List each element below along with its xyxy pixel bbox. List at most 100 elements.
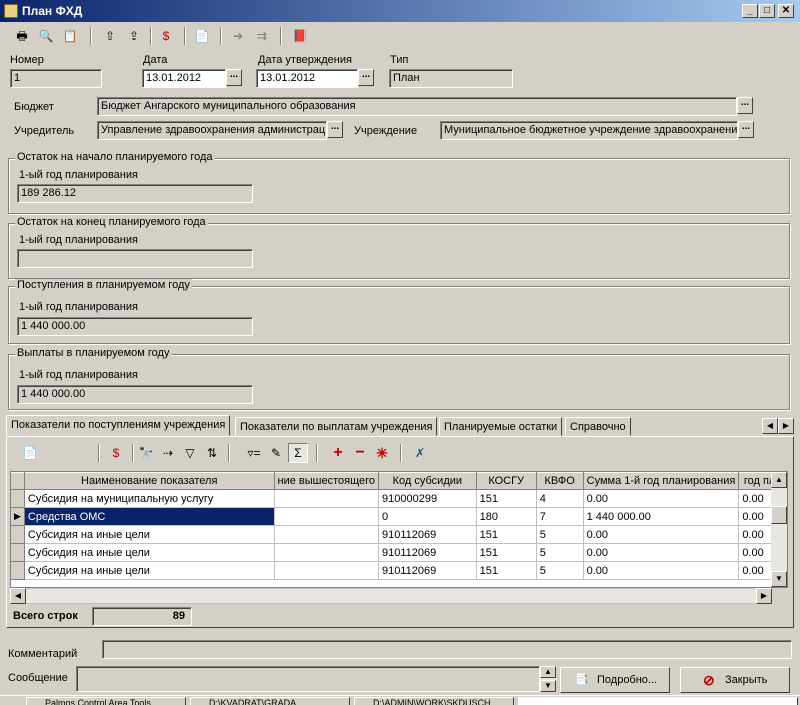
- approve-date-picker-button[interactable]: ...: [358, 69, 374, 86]
- group-sub-label: 1-ый год планирования: [19, 301, 138, 313]
- end-balance-field[interactable]: [17, 249, 253, 268]
- group-title: Поступления в планируемом году: [15, 279, 192, 291]
- tab-scroll-right-icon[interactable]: ▶: [778, 418, 794, 434]
- column-header[interactable]: Наименование показателя: [24, 472, 275, 490]
- print-icon[interactable]: 🖶: [12, 26, 32, 46]
- close-button-label: Закрыть: [725, 674, 768, 686]
- type-field[interactable]: План: [389, 69, 513, 88]
- institution-field[interactable]: Муниципальное бюджетное учреждение здрав…: [440, 121, 738, 140]
- tab-scroll-left-icon[interactable]: ◀: [762, 418, 778, 434]
- settings-icon[interactable]: ✗: [410, 443, 430, 463]
- delete-row-icon[interactable]: −: [350, 443, 370, 463]
- filter-equal-icon[interactable]: ▿=: [244, 443, 264, 463]
- maximize-button[interactable]: □: [759, 4, 775, 18]
- sort-icon[interactable]: ⇅: [202, 443, 222, 463]
- institution-label: Учреждение: [354, 125, 418, 137]
- tab-payment-indicators[interactable]: Показатели по выплатам учреждения: [235, 417, 438, 436]
- clear-icon[interactable]: ✳: [372, 443, 392, 463]
- date-picker-button[interactable]: ...: [226, 69, 242, 86]
- details-button-label: Подробно...: [597, 674, 658, 686]
- column-header[interactable]: КВФО: [536, 472, 584, 490]
- window-title: План ФХД: [22, 4, 83, 18]
- details-button[interactable]: 📑 Подробно...: [560, 667, 670, 693]
- minimize-button[interactable]: _: [742, 4, 758, 18]
- grid-vertical-scrollbar[interactable]: ▲ ▼: [771, 472, 787, 587]
- founder-field[interactable]: Управление здравоохранения администрац: [97, 121, 327, 140]
- taskbar-item[interactable]: D:\KVADRAT\GRADA: [190, 697, 350, 705]
- grid-horizontal-scrollbar[interactable]: ◀ ▶: [10, 588, 772, 604]
- taskbar-item-active[interactable]: [518, 697, 798, 705]
- comment-field[interactable]: [102, 640, 792, 659]
- scroll-up-icon[interactable]: ▲: [540, 666, 556, 678]
- approve-date-field[interactable]: 13.01.2012: [256, 69, 358, 88]
- preview-icon[interactable]: 🔍: [36, 26, 56, 46]
- group-title: Остаток на начало планируемого года: [15, 151, 215, 163]
- edit-grid-icon[interactable]: ✎: [266, 443, 286, 463]
- tab-income-indicators[interactable]: Показатели по поступлениям учреждения: [6, 415, 231, 436]
- currency-icon[interactable]: $: [156, 26, 176, 46]
- budget-field[interactable]: Бюджет Ангарского муниципального образов…: [97, 97, 737, 116]
- table-row-selected[interactable]: ▶ Средства ОМС 0 180 7 1 440 000.00 0.00: [11, 507, 787, 526]
- founder-select-button[interactable]: ...: [327, 121, 343, 138]
- taskbar-item[interactable]: Palmos Control Area Tools: [26, 697, 186, 705]
- start-balance-field[interactable]: 189 286.12: [17, 184, 253, 203]
- app-icon: [4, 4, 18, 18]
- table-row[interactable]: Субсидия на муниципальную услугу 9100002…: [11, 489, 787, 508]
- close-window-button[interactable]: ✕: [778, 4, 794, 18]
- grid-header-row: Наименование показателя ние вышестоящего…: [11, 472, 787, 490]
- budget-label: Бюджет: [14, 101, 54, 113]
- table-row[interactable]: Субсидия на иные цели 910112069 151 5 0.…: [11, 561, 787, 580]
- export-icon[interactable]: ⇉: [252, 26, 272, 46]
- main-toolbar: 🖶 🔍 📋 ⇧ ⇪ $ 📄 ➔ ⇉ 📕: [2, 24, 798, 50]
- sum-icon[interactable]: Σ: [288, 443, 308, 463]
- column-header[interactable]: ние вышестоящего: [274, 472, 380, 490]
- find-next-icon[interactable]: ⇢: [158, 443, 178, 463]
- number-label: Номер: [10, 54, 44, 66]
- filter-icon[interactable]: ▽: [180, 443, 200, 463]
- scroll-up-icon[interactable]: ▲: [771, 472, 787, 488]
- column-header[interactable]: Код субсидии: [378, 472, 477, 490]
- forward-icon[interactable]: ➔: [228, 26, 248, 46]
- book-icon[interactable]: 📕: [290, 26, 310, 46]
- scroll-left-icon[interactable]: ◀: [10, 588, 26, 604]
- income-field[interactable]: 1 440 000.00: [17, 317, 253, 336]
- group-start-balance: Остаток на начало планируемого года 1-ый…: [8, 151, 790, 214]
- tab-planned-balances[interactable]: Планируемые остатки: [439, 417, 563, 436]
- message-scrollbar[interactable]: ▲ ▼: [540, 666, 556, 692]
- group-title: Остаток на конец планируемого года: [15, 216, 208, 228]
- number-field[interactable]: 1: [10, 69, 102, 88]
- copy-icon[interactable]: 📋: [60, 26, 80, 46]
- tab-reference[interactable]: Справочно: [565, 417, 631, 436]
- up-icon[interactable]: ⇧: [100, 26, 120, 46]
- scroll-right-icon[interactable]: ▶: [756, 588, 772, 604]
- scroll-down-icon[interactable]: ▼: [540, 680, 556, 692]
- total-rows-value: 89: [92, 607, 192, 626]
- close-button[interactable]: ⊘ Закрыть: [680, 667, 790, 693]
- group-end-balance: Остаток на конец планируемого года 1-ый …: [8, 216, 790, 279]
- data-grid[interactable]: Наименование показателя ние вышестоящего…: [10, 471, 788, 588]
- scroll-down-icon[interactable]: ▼: [771, 571, 787, 587]
- column-header[interactable]: Сумма 1-й год планирования: [583, 472, 740, 490]
- group-sub-label: 1-ый год планирования: [19, 369, 138, 381]
- add-row-icon[interactable]: +: [328, 443, 348, 463]
- budget-select-button[interactable]: ...: [737, 97, 753, 114]
- message-label: Сообщение: [8, 672, 68, 684]
- document-icon[interactable]: 📄: [192, 26, 212, 46]
- row-pointer-icon: ▶: [11, 507, 25, 526]
- message-field[interactable]: [76, 666, 540, 692]
- new-record-icon[interactable]: 📄: [20, 443, 40, 463]
- payments-field[interactable]: 1 440 000.00: [17, 385, 253, 404]
- scroll-thumb[interactable]: [771, 506, 787, 524]
- date-field[interactable]: 13.01.2012: [142, 69, 226, 88]
- table-row[interactable]: Субсидия на иные цели 910112069 151 5 0.…: [11, 525, 787, 544]
- institution-select-button[interactable]: ...: [738, 121, 754, 138]
- currency-icon[interactable]: $: [106, 443, 126, 463]
- column-header[interactable]: КОСГУ: [476, 472, 537, 490]
- table-row[interactable]: Субсидия на иные цели 910112069 151 5 0.…: [11, 543, 787, 562]
- grid-toolbar: 📄 $ 🔭 ⇢ ▽ ⇅ ▿= ✎ Σ + − ✳ ✗: [12, 441, 432, 465]
- stop-icon: ⊘: [703, 672, 715, 688]
- find-icon[interactable]: 🔭: [136, 443, 156, 463]
- type-label: Тип: [390, 54, 409, 66]
- taskbar-item[interactable]: D:\ADMIN\WORK\SKDUSCH: [354, 697, 514, 705]
- up-all-icon[interactable]: ⇪: [124, 26, 144, 46]
